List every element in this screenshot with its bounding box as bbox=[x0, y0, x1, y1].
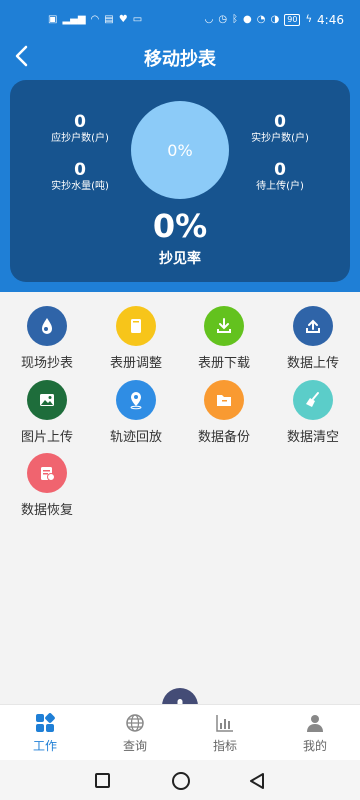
app-notification-icon: ▤ bbox=[104, 14, 114, 25]
image-icon bbox=[40, 394, 54, 406]
menu-item-data-clear[interactable]: 数据清空 bbox=[273, 380, 353, 445]
mute-icon: ◔ bbox=[256, 14, 266, 25]
pending-upload-label: 待上传(户) bbox=[256, 181, 304, 192]
read-rate-value: 0% bbox=[152, 207, 208, 245]
message-icon: ▭ bbox=[132, 14, 143, 25]
tab-label: 指标 bbox=[212, 739, 237, 753]
health-icon: ♥ bbox=[118, 14, 128, 25]
should-read-stat: 0 应抄户数(户) bbox=[40, 112, 120, 146]
bluetooth-icon: ᛒ bbox=[232, 14, 239, 25]
recent-apps-button[interactable] bbox=[95, 773, 110, 788]
user-icon bbox=[307, 715, 323, 732]
menu-item-book-adjust[interactable]: 表册调整 bbox=[96, 306, 176, 371]
system-back-button[interactable] bbox=[248, 772, 266, 790]
location-pin-icon bbox=[130, 392, 142, 410]
menu-icon-bg bbox=[27, 453, 67, 493]
tab-bar: 工作 查询 指标 我的 bbox=[0, 704, 360, 760]
menu-label: 现场抄表 bbox=[20, 356, 73, 371]
menu-item-field-reading[interactable]: 现场抄表 bbox=[7, 306, 87, 371]
chart-icon bbox=[216, 715, 233, 732]
menu-item-data-backup[interactable]: 数据备份 bbox=[184, 380, 264, 445]
menu-icon-bg bbox=[116, 380, 156, 420]
menu-item-data-upload[interactable]: 数据上传 bbox=[273, 306, 353, 371]
actual-read-label: 实抄户数(户) bbox=[251, 133, 309, 144]
menu-item-data-restore[interactable]: 数据恢复 bbox=[7, 453, 87, 518]
headphones-icon: ◡ bbox=[204, 14, 214, 25]
globe-icon bbox=[126, 714, 144, 732]
menu-label: 数据清空 bbox=[286, 430, 339, 445]
status-left: ▣ ▂▄▆ ◠ ▤ ♥ ▭ bbox=[48, 14, 142, 26]
actual-read-stat: 0 实抄户数(户) bbox=[240, 112, 320, 146]
broom-icon bbox=[306, 392, 319, 407]
sim-icon: ▣ bbox=[48, 14, 58, 25]
tab-query[interactable]: 查询 bbox=[95, 713, 175, 754]
menu-icon-bg bbox=[204, 306, 244, 346]
tab-profile[interactable]: 我的 bbox=[275, 713, 355, 754]
menu-label: 表册调整 bbox=[109, 356, 162, 371]
pending-upload-value: 0 bbox=[274, 160, 286, 180]
location-icon: ● bbox=[243, 14, 252, 25]
menu-icon-bg bbox=[116, 306, 156, 346]
menu-icon-bg bbox=[27, 306, 67, 346]
menu-item-image-upload[interactable]: 图片上传 bbox=[7, 380, 87, 445]
battery-icon: 90 bbox=[284, 14, 301, 26]
page-title: 移动抄表 bbox=[144, 49, 216, 70]
water-volume-stat: 0 实抄水量(吨) bbox=[40, 160, 120, 194]
tab-work[interactable]: 工作 bbox=[5, 713, 85, 754]
book-icon bbox=[131, 319, 141, 333]
navigation-bar: 移动抄表 bbox=[0, 40, 360, 76]
system-navigation-bar bbox=[0, 760, 360, 800]
pending-upload-stat: 0 待上传(户) bbox=[240, 160, 320, 194]
actual-read-value: 0 bbox=[274, 112, 286, 132]
tab-label: 查询 bbox=[122, 739, 147, 753]
signal-icon: ▂▄▆ bbox=[62, 14, 86, 25]
menu-label: 数据备份 bbox=[197, 430, 250, 445]
download-icon bbox=[217, 318, 231, 333]
wifi-icon: ◠ bbox=[90, 14, 100, 25]
read-rate-label: 抄见率 bbox=[159, 251, 201, 267]
grid-icon bbox=[36, 713, 55, 732]
tab-indicators[interactable]: 指标 bbox=[185, 713, 265, 754]
water-volume-value: 0 bbox=[74, 160, 86, 180]
alarm-icon: ◷ bbox=[218, 14, 228, 25]
speed-icon: ◑ bbox=[270, 14, 280, 25]
folder-icon bbox=[217, 395, 231, 406]
status-right: ◡ ◷ ᛒ ● ◔ ◑ 90 ϟ 4:46 bbox=[205, 13, 344, 27]
menu-icon-bg bbox=[293, 380, 333, 420]
menu-label: 数据恢复 bbox=[20, 503, 73, 518]
stats-card: 0 应抄户数(户) 0 实抄水量(吨) 0 实抄户数(户) 0 待上传(户) 0… bbox=[10, 80, 350, 282]
status-bar: ▣ ▂▄▆ ◠ ▤ ♥ ▭ ◡ ◷ ᛒ ● ◔ ◑ 90 ϟ 4:46 bbox=[0, 0, 360, 40]
tab-label: 工作 bbox=[32, 739, 57, 753]
menu-label: 轨迹回放 bbox=[109, 430, 162, 445]
header-background: ▣ ▂▄▆ ◠ ▤ ♥ ▭ ◡ ◷ ᛒ ● ◔ ◑ 90 ϟ 4:46 移动抄表 bbox=[0, 0, 360, 292]
menu-item-book-download[interactable]: 表册下载 bbox=[184, 306, 264, 371]
charging-icon: ϟ bbox=[305, 14, 313, 25]
clock: 4:46 bbox=[317, 13, 344, 27]
should-read-value: 0 bbox=[74, 112, 86, 132]
home-button[interactable] bbox=[172, 772, 190, 790]
menu-icon-bg bbox=[27, 380, 67, 420]
menu-label: 图片上传 bbox=[20, 430, 73, 445]
progress-circle: 0% bbox=[131, 101, 229, 199]
upload-icon bbox=[306, 319, 320, 333]
menu-label: 表册下载 bbox=[197, 356, 250, 371]
triangle-back-icon bbox=[250, 773, 264, 789]
restore-icon bbox=[41, 467, 55, 481]
menu-icon-bg bbox=[293, 306, 333, 346]
menu-icon-bg bbox=[204, 380, 244, 420]
should-read-label: 应抄户数(户) bbox=[51, 133, 109, 144]
menu-label: 数据上传 bbox=[286, 356, 339, 371]
menu-item-track-playback[interactable]: 轨迹回放 bbox=[96, 380, 176, 445]
water-drop-icon bbox=[42, 318, 52, 334]
water-volume-label: 实抄水量(吨) bbox=[51, 181, 109, 192]
tab-label: 我的 bbox=[302, 739, 327, 753]
